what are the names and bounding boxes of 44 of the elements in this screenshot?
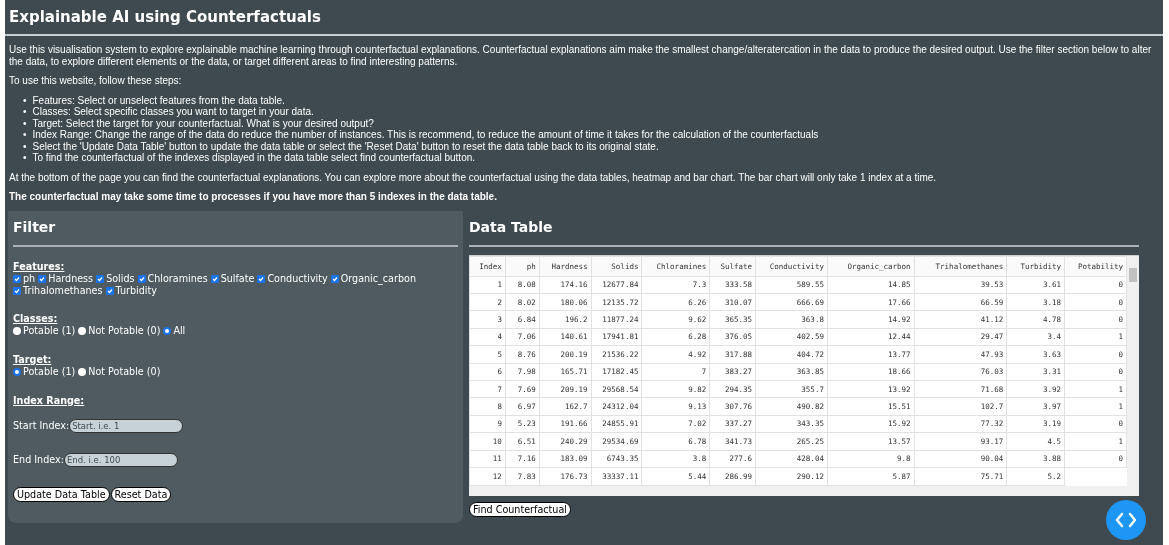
radio-label: Potable (1) — [23, 324, 76, 337]
checkbox-label: Turbidity — [115, 284, 157, 297]
intro-text: Use this visualisation system to explore explainable machine learning through counterfactual explanations. Counterfactual explanations aim make the smallest change/alteratercation in the data to produce the desired output. Use the filter section below to alter the data, to explore different elements or the data, or target different areas to find interesting patterns. — [9, 44, 1153, 67]
checkbox-label: Conductivity — [267, 272, 328, 285]
bullet-marker: • — [23, 129, 27, 141]
warning-text: The counterfactual may take some time to processes if you have more than 5 indexes in the data table. — [9, 191, 498, 203]
step-item: Select the 'Update Data Table' button to update the data table or select the 'Reset Data' button to reset the data table back to its original state. — [32, 140, 659, 152]
field-label: End Index: — [13, 454, 64, 465]
field-label: Start Index: — [13, 420, 70, 431]
bullet-marker: • — [23, 152, 27, 164]
bullet-marker: • — [23, 94, 27, 106]
step-item: Classes: Select specific classes you want to target in your data. — [32, 106, 314, 118]
step-item: Index Range: Change the range of the data do reduce the number of instances. This is recommend, to reduce the amount of time it takes for the calculation of the counterfactuals — [32, 129, 819, 141]
bullet-marker: • — [23, 140, 27, 152]
steps-intro: To use this website, follow these steps: — [9, 75, 183, 87]
action-button[interactable]: Reset Data — [110, 486, 172, 502]
section-label: Features: — [13, 260, 65, 273]
checkbox-label: Solids — [106, 272, 135, 285]
radio-label: Not Potable (0) — [88, 324, 161, 337]
input-field[interactable]: Start. i.e. 1 — [69, 418, 184, 433]
filter-title: Filter — [13, 218, 458, 247]
step-item: Target: Select the target for your counterfactual. What is your desired output? — [32, 117, 374, 129]
table-title: Data Table — [469, 218, 1139, 247]
bottom-note: At the bottom of the page you can find the counterfactual explanations. You can explore more about the counterfactual using the data tables, heatmap and bar chart. The bar chart will only take 1 index at a time. — [9, 171, 938, 183]
action-button[interactable]: Update Data Table — [13, 486, 110, 502]
find-counterfactual-button[interactable]: Find Counterfactual — [469, 501, 571, 517]
step-item: To find the counterfactual of the indexes displayed in the data table select find counterfactual button. — [32, 152, 476, 164]
bullet-marker: • — [23, 106, 27, 118]
checkbox-label: Hardness — [48, 272, 94, 285]
checkbox-label: ph — [23, 272, 36, 285]
bullet-marker: • — [23, 117, 27, 129]
input-field[interactable]: End. i.e. 100 — [63, 452, 178, 467]
checkbox-label: Sulfate — [220, 272, 255, 285]
checkbox-label: Chloramines — [147, 272, 208, 285]
radio-label: Potable (1) — [23, 365, 76, 378]
checkbox-label: Organic_carbon — [340, 272, 416, 285]
page-title: Explainable AI using Counterfactuals — [9, 8, 321, 26]
radio-label: Not Potable (0) — [88, 365, 161, 378]
section-label: Classes: — [13, 312, 58, 325]
section-label: Target: — [13, 353, 52, 366]
checkbox-label: Trihalomethanes — [23, 284, 103, 297]
step-item: Features: Select or unselect features from the data table. — [32, 94, 285, 106]
radio-label: All — [173, 324, 186, 337]
section-label: Index Range: — [13, 394, 85, 407]
